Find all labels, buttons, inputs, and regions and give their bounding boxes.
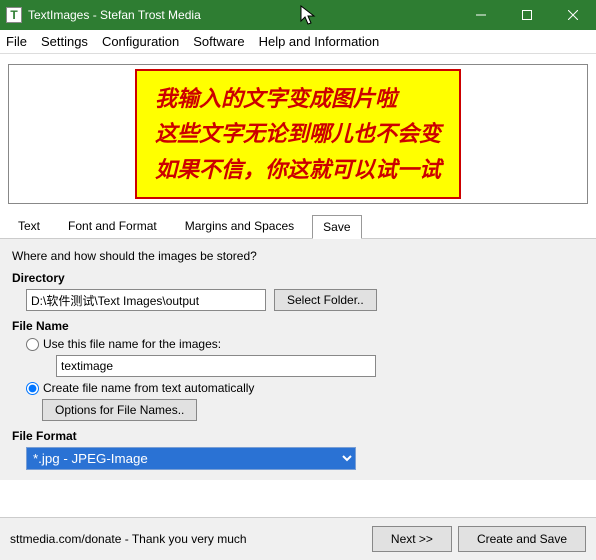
close-button[interactable]: [550, 0, 596, 30]
preview-line-2: 这些文字无论到哪儿也不会变: [155, 116, 441, 151]
menu-help[interactable]: Help and Information: [259, 34, 380, 49]
menu-software[interactable]: Software: [193, 34, 244, 49]
footer: sttmedia.com/donate - Thank you very muc…: [0, 517, 596, 560]
preview-line-3: 如果不信，你这就可以试一试: [155, 152, 441, 187]
fileformat-label: File Format: [12, 429, 584, 443]
fileformat-select[interactable]: *.jpg - JPEG-Image: [26, 447, 356, 470]
minimize-button[interactable]: [458, 0, 504, 30]
window-title: TextImages - Stefan Trost Media: [28, 8, 458, 22]
save-panel: Where and how should the images be store…: [0, 239, 596, 480]
filename-input[interactable]: [56, 355, 376, 377]
tab-margins[interactable]: Margins and Spaces: [175, 215, 304, 237]
auto-filename-radio[interactable]: [26, 382, 39, 395]
save-prompt: Where and how should the images be store…: [12, 249, 584, 263]
tabs: Text Font and Format Margins and Spaces …: [0, 210, 596, 239]
app-icon: T: [6, 7, 22, 23]
create-save-button[interactable]: Create and Save: [458, 526, 586, 552]
menu-configuration[interactable]: Configuration: [102, 34, 179, 49]
filename-options-button[interactable]: Options for File Names..: [42, 399, 197, 421]
maximize-button[interactable]: [504, 0, 550, 30]
menubar: File Settings Configuration Software Hel…: [0, 30, 596, 54]
select-folder-button[interactable]: Select Folder..: [274, 289, 377, 311]
preview-line-1: 我输入的文字变成图片啦: [155, 81, 441, 116]
preview-frame: 我输入的文字变成图片啦 这些文字无论到哪儿也不会变 如果不信，你这就可以试一试: [8, 64, 588, 204]
donate-message: sttmedia.com/donate - Thank you very muc…: [10, 532, 366, 546]
tab-save[interactable]: Save: [312, 215, 361, 239]
tab-text[interactable]: Text: [8, 215, 50, 237]
directory-input[interactable]: [26, 289, 266, 311]
tab-font[interactable]: Font and Format: [58, 215, 167, 237]
preview-image: 我输入的文字变成图片啦 这些文字无论到哪儿也不会变 如果不信，你这就可以试一试: [135, 69, 461, 199]
use-filename-radio[interactable]: [26, 338, 39, 351]
directory-label: Directory: [12, 271, 584, 285]
menu-file[interactable]: File: [6, 34, 27, 49]
next-button[interactable]: Next >>: [372, 526, 452, 552]
auto-filename-label: Create file name from text automatically: [43, 381, 254, 395]
filename-label: File Name: [12, 319, 584, 333]
menu-settings[interactable]: Settings: [41, 34, 88, 49]
use-filename-label: Use this file name for the images:: [43, 337, 221, 351]
